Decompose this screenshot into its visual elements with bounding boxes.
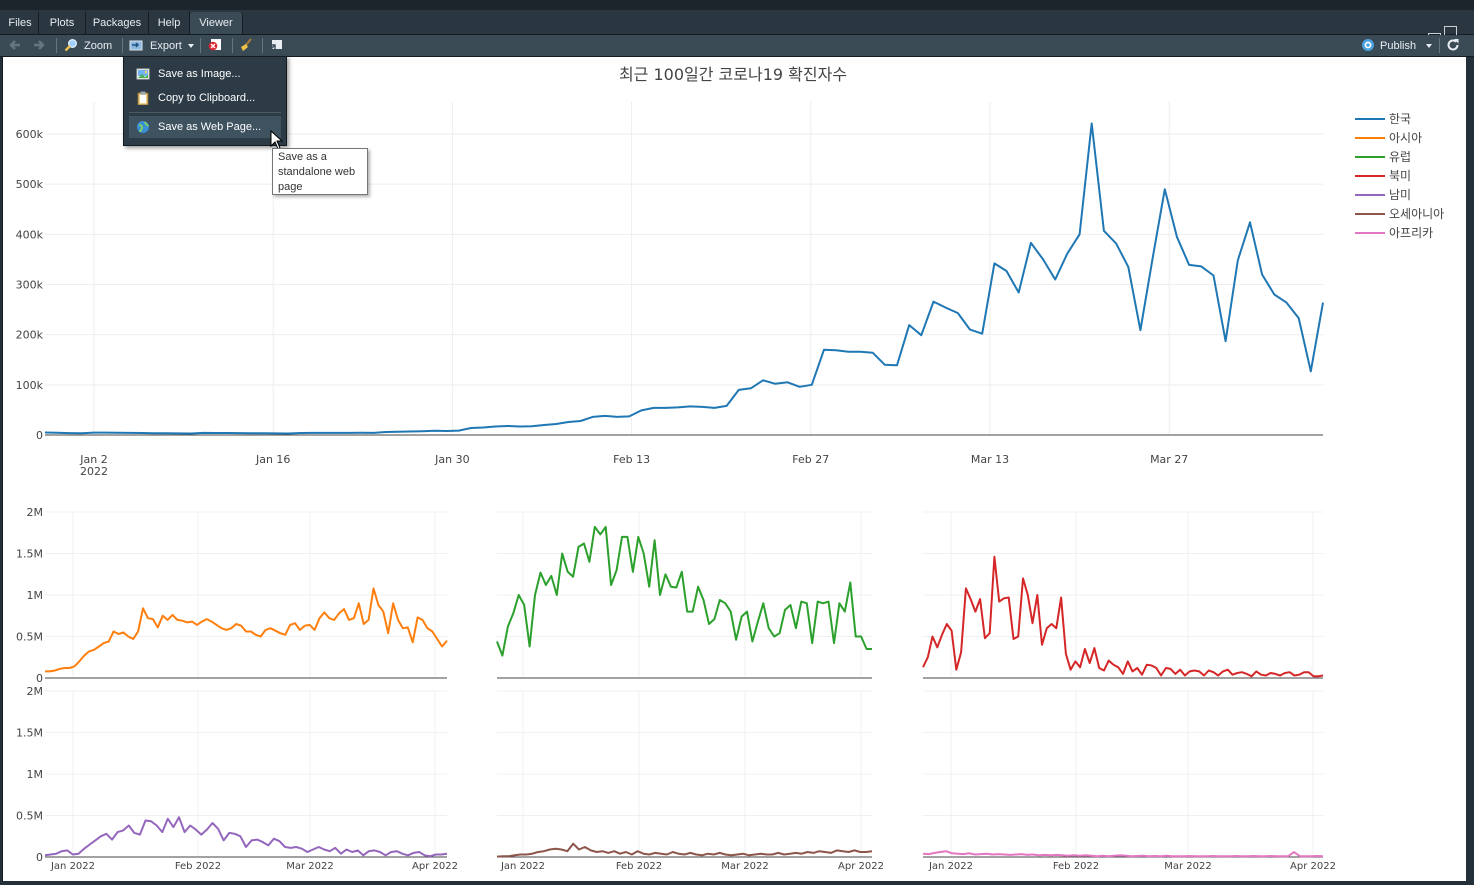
y-tick-label: 400k	[16, 228, 44, 241]
x-tick-label: Apr 2022	[412, 861, 458, 872]
series-line-아프리카	[922, 850, 1324, 858]
image-icon	[136, 68, 150, 80]
clipboard-icon	[137, 91, 149, 105]
y-tick-label: 100k	[16, 379, 44, 392]
y-tick-label: 600k	[16, 128, 44, 141]
chart-title: 최근 100일간 코로나19 확진자수	[619, 65, 847, 84]
viewer-toolbar: Zoom Export Publish	[0, 35, 1474, 57]
y-tick-label: 200k	[16, 329, 44, 342]
x-tick-label: Jan 16	[255, 453, 290, 466]
y-tick-label: 2M	[27, 685, 44, 698]
x-tick-label: Jan 30	[434, 453, 469, 466]
tab-packages[interactable]: Packages	[86, 12, 149, 34]
series-line-남미	[44, 816, 448, 858]
x-tick-label: Mar 27	[1150, 453, 1188, 466]
copy-to-clipboard-item[interactable]: Copy to Clipboard...	[129, 87, 281, 109]
x-tick-label: Apr 2022	[1290, 861, 1336, 872]
y-tick-label: 0.5M	[16, 810, 43, 823]
series-line-아시아	[45, 587, 448, 673]
legend-label: 유럽	[1389, 150, 1411, 164]
covid-chart: 최근 100일간 코로나19 확진자수 0 100k 200k 300k 400k 500k…	[16, 65, 1445, 872]
x-tick-label: Mar 2022	[721, 861, 769, 872]
tab-plots[interactable]: Plots	[39, 12, 86, 34]
publish-button[interactable]: Publish	[1380, 38, 1416, 54]
x-tick-label: Feb 13	[613, 453, 650, 466]
legend-label: 아시아	[1389, 131, 1422, 145]
series-line-오세아니아	[496, 842, 873, 858]
mouse-cursor-icon	[270, 130, 284, 150]
menu-item-label: Copy to Clipboard...	[158, 92, 256, 104]
legend-label: 오세아니아	[1389, 207, 1444, 221]
x-tick-label: Jan 2022	[50, 861, 95, 872]
y-tick-label: 0	[36, 672, 43, 685]
y-tick-label: 0.5M	[16, 631, 43, 644]
y-tick-label: 2M	[27, 506, 44, 519]
menu-item-label: Save as Web Page...	[158, 121, 262, 133]
refresh-icon[interactable]	[1446, 38, 1460, 52]
x-tick-label: Jan 2022	[928, 861, 973, 872]
y-tick-label: 0	[36, 429, 43, 442]
remove-viewer-icon[interactable]	[208, 38, 222, 52]
y-tick-label: 1.5M	[16, 727, 43, 740]
tab-help[interactable]: Help	[149, 12, 190, 34]
y-tick-label: 500k	[16, 178, 44, 191]
show-in-window-icon[interactable]	[269, 38, 283, 52]
legend-label: 북미	[1389, 169, 1411, 183]
tooltip-line: Save as a	[278, 151, 327, 163]
tab-files[interactable]: Files	[2, 12, 39, 34]
export-button[interactable]: Export	[150, 38, 182, 54]
tooltip-line: standalone web	[278, 166, 356, 178]
save-as-image-item[interactable]: Save as Image...	[129, 63, 281, 85]
y-tick-label: 1M	[27, 768, 44, 781]
toolbar-separator	[232, 38, 233, 53]
x-tick-label: Feb 2022	[616, 861, 662, 872]
series-line-한국	[44, 122, 1324, 435]
y-tick-label: 0	[36, 851, 43, 864]
x-tick-label: Feb 2022	[1053, 861, 1099, 872]
y-tick-label: 300k	[16, 279, 44, 292]
zoom-icon	[64, 39, 77, 52]
x-tick-label: Feb 27	[792, 453, 829, 466]
toolbar-separator	[262, 38, 263, 53]
broom-icon[interactable]	[239, 38, 253, 52]
menu-item-label: Save as Image...	[158, 68, 241, 80]
x-tick-label: Mar 2022	[1164, 861, 1212, 872]
pane-tab-bar: Files Plots Packages Help Viewer	[0, 10, 1474, 38]
legend-label: 한국	[1389, 112, 1411, 126]
back-arrow-icon[interactable]	[8, 38, 22, 52]
x-tick-label: Feb 2022	[175, 861, 221, 872]
x-tick-label: 2022	[80, 465, 108, 478]
zoom-button[interactable]: Zoom	[84, 38, 112, 54]
forward-arrow-icon[interactable]	[32, 38, 46, 52]
x-tick-label: Apr 2022	[838, 861, 884, 872]
top-strip	[0, 0, 1474, 10]
toolbar-separator	[1439, 38, 1440, 53]
viewer-pane: 최근 100일간 코로나19 확진자수 0 100k 200k 300k 400k 500k…	[2, 57, 1467, 881]
export-icon	[129, 40, 143, 51]
tab-viewer[interactable]: Viewer	[190, 12, 243, 34]
viewer-scrollbar[interactable]	[1466, 57, 1474, 881]
menu-separator	[129, 112, 281, 113]
toolbar-separator	[200, 38, 201, 53]
save-as-web-page-item[interactable]: Save as Web Page...	[129, 116, 281, 138]
chevron-down-icon	[1426, 44, 1432, 48]
publish-icon	[1362, 39, 1374, 51]
legend-label: 남미	[1389, 188, 1411, 202]
toolbar-separator	[56, 38, 57, 53]
tooltip-line: page	[278, 181, 303, 193]
x-tick-label: Jan 2022	[500, 861, 545, 872]
chevron-down-icon	[188, 44, 194, 48]
x-tick-label: Mar 2022	[286, 861, 334, 872]
export-menu: Save as Image... Copy to Clipboard... Sa…	[123, 56, 287, 146]
toolbar-separator	[122, 38, 123, 53]
globe-icon	[137, 121, 149, 133]
y-tick-label: 1M	[27, 589, 44, 602]
legend-label: 아프리카	[1389, 226, 1433, 240]
y-tick-label: 1.5M	[16, 548, 43, 561]
x-tick-label: Mar 13	[971, 453, 1009, 466]
series-line-북미	[922, 555, 1324, 678]
tooltip: Save as a standalone web page	[272, 148, 368, 195]
